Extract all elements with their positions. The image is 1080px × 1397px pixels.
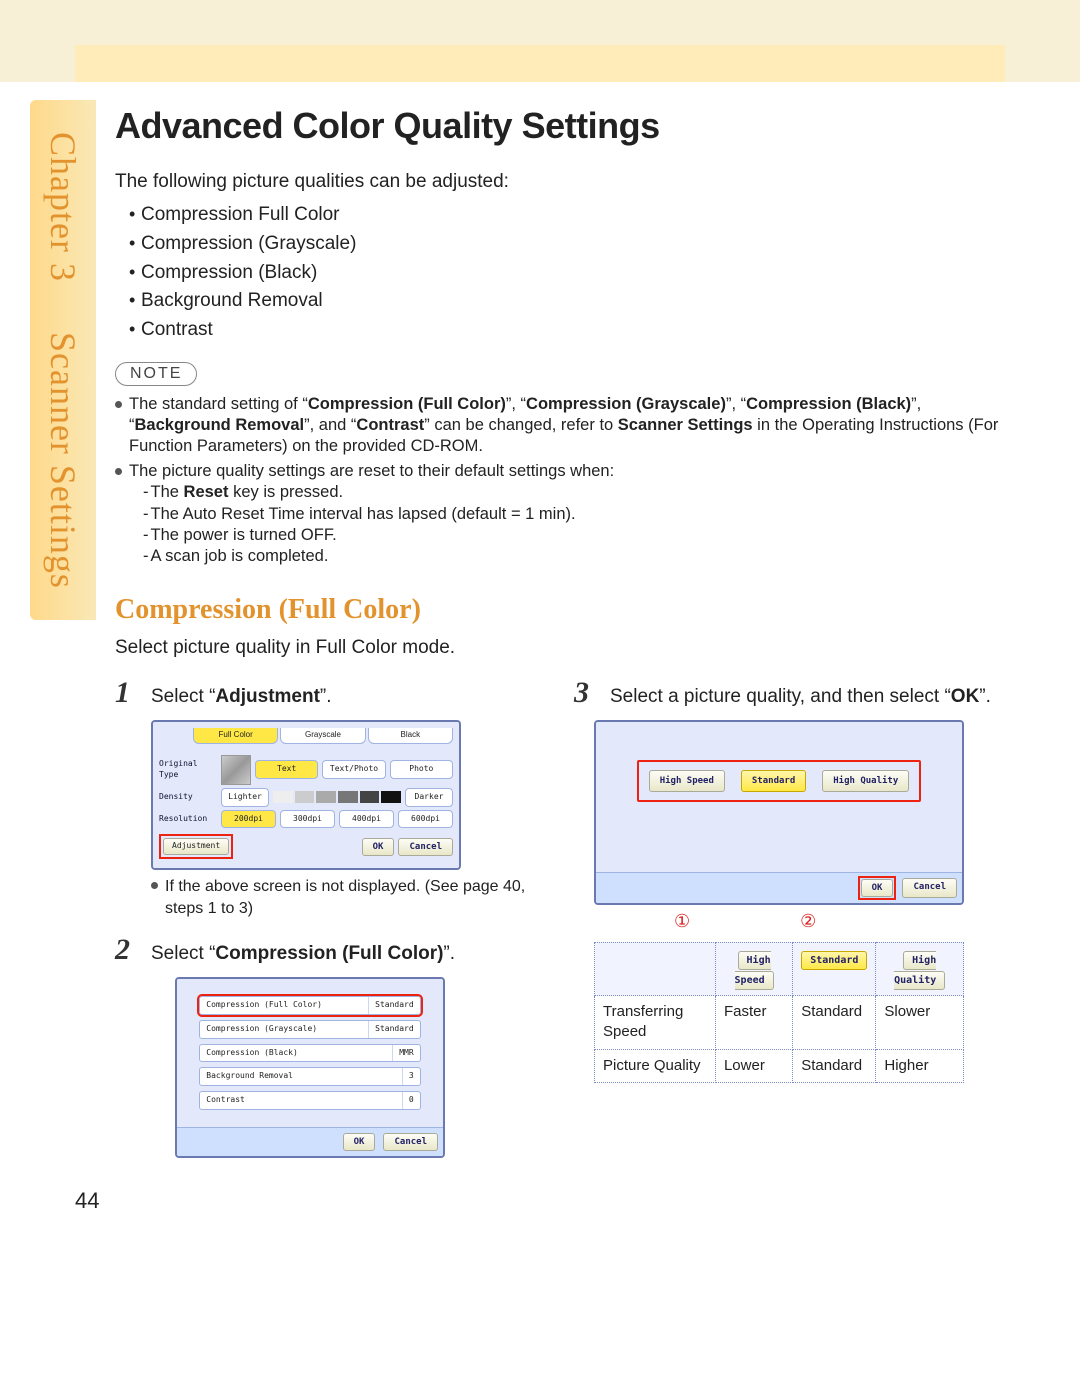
step-text: Select a picture quality, and then selec… [610, 678, 1005, 710]
hdr-high-quality: High Quality [894, 951, 945, 990]
item-compression-full-color[interactable]: Compression (Full Color)Standard [199, 996, 420, 1015]
list-item: Contrast [129, 317, 1005, 343]
label-resolution: Resolution [159, 814, 217, 825]
tab-full-color[interactable]: Full Color [193, 728, 278, 744]
chip-text[interactable]: Text [255, 760, 318, 779]
step-number: 3 [574, 678, 600, 708]
callout-1: ① [674, 909, 690, 933]
adjustment-button[interactable]: Adjustment [163, 838, 229, 855]
chip-300dpi[interactable]: 300dpi [280, 810, 335, 829]
density-slider[interactable] [273, 791, 401, 803]
step-1: 1 Select “Adjustment”. Full Color Graysc… [115, 678, 546, 919]
thumbnail-icon [221, 755, 251, 785]
screenshot-quality-select: High Speed Standard High Quality OK Canc… [594, 720, 964, 905]
high-speed-button[interactable]: High Speed [649, 770, 725, 792]
table-row: Picture Quality Lower Standard Higher [595, 1049, 964, 1082]
note-item: The standard setting of “Compression (Fu… [115, 394, 1005, 457]
note-block: The standard setting of “Compression (Fu… [115, 394, 1005, 567]
standard-button[interactable]: Standard [741, 770, 806, 792]
cancel-button[interactable]: Cancel [902, 878, 957, 898]
list-item: Background Removal [129, 288, 1005, 314]
hdr-high-speed: High Speed [735, 951, 774, 990]
cancel-button[interactable]: Cancel [383, 1133, 438, 1151]
list-item: Compression (Black) [129, 260, 1005, 286]
section-lead: Select picture quality in Full Color mod… [115, 635, 1005, 661]
quality-list: Compression Full Color Compression (Gray… [129, 202, 1005, 342]
screenshot-adjustment-list: Compression (Full Color)Standard Compres… [175, 977, 445, 1158]
top-banner-inner [75, 45, 1005, 82]
ok-button[interactable]: OK [861, 879, 894, 897]
chapter-label: Chapter 3 [43, 132, 83, 282]
note-item: The picture quality settings are reset t… [115, 461, 1005, 567]
ok-button[interactable]: OK [343, 1133, 376, 1151]
chip-darker[interactable]: Darker [405, 788, 453, 807]
chip-600dpi[interactable]: 600dpi [398, 810, 453, 829]
chip-400dpi[interactable]: 400dpi [339, 810, 394, 829]
section-title: Compression (Full Color) [115, 591, 1005, 629]
item-background-removal[interactable]: Background Removal3 [199, 1067, 420, 1086]
top-banner [0, 0, 1080, 82]
step-text: Select “Compression (Full Color)”. [151, 935, 546, 967]
step-text: Select “Adjustment”. [151, 678, 546, 710]
page-number: 44 [75, 1188, 99, 1214]
tab-grayscale[interactable]: Grayscale [280, 728, 365, 744]
adjustment-highlight: Adjustment [159, 834, 233, 859]
chip-200dpi[interactable]: 200dpi [221, 810, 276, 829]
chip-photo[interactable]: Photo [390, 760, 453, 779]
item-compression-grayscale[interactable]: Compression (Grayscale)Standard [199, 1020, 420, 1039]
comparison-table: High Speed Standard High Quality Transfe… [594, 942, 964, 1083]
callout-2: ② [800, 909, 816, 933]
label-original-type: Original Type [159, 759, 217, 781]
high-quality-button[interactable]: High Quality [822, 770, 909, 792]
step-3: 3 Select a picture quality, and then sel… [574, 678, 1005, 1082]
note-label: NOTE [115, 362, 197, 386]
screenshot-adjustment: Full Color Grayscale Black Original Type… [151, 720, 461, 870]
step-2: 2 Select “Compression (Full Color)”. Com… [115, 935, 546, 1158]
item-compression-black[interactable]: Compression (Black)MMR [199, 1044, 420, 1063]
chapter-section: Scanner Settings [43, 332, 83, 589]
callouts: ① ② [674, 909, 1005, 933]
chip-lighter[interactable]: Lighter [221, 788, 269, 807]
table-row: Transferring Speed Faster Standard Slowe… [595, 996, 964, 1050]
right-column: 3 Select a picture quality, and then sel… [574, 674, 1005, 1098]
chip-text-photo[interactable]: Text/Photo [322, 760, 385, 779]
intro-text: The following picture qualities can be a… [115, 169, 1005, 195]
hdr-standard: Standard [801, 951, 867, 970]
page-title: Advanced Color Quality Settings [115, 102, 1005, 151]
chapter-side-tab: Chapter 3 Scanner Settings [30, 100, 96, 620]
list-item: Compression Full Color [129, 202, 1005, 228]
step-number: 2 [115, 935, 141, 965]
label-density: Density [159, 792, 217, 803]
ok-button[interactable]: OK [362, 838, 395, 856]
cancel-button[interactable]: Cancel [398, 838, 453, 856]
list-item: Compression (Grayscale) [129, 231, 1005, 257]
tab-black[interactable]: Black [368, 728, 453, 744]
quality-group-highlight: High Speed Standard High Quality [637, 760, 922, 802]
left-column: 1 Select “Adjustment”. Full Color Graysc… [115, 674, 546, 1174]
note-sublist: The Reset key is pressed. The Auto Reset… [129, 482, 1005, 566]
step-number: 1 [115, 678, 141, 708]
page-content: Advanced Color Quality Settings The foll… [115, 102, 1005, 1174]
item-contrast[interactable]: Contrast0 [199, 1091, 420, 1110]
step1-subnote: If the above screen is not displayed. (S… [151, 876, 538, 919]
